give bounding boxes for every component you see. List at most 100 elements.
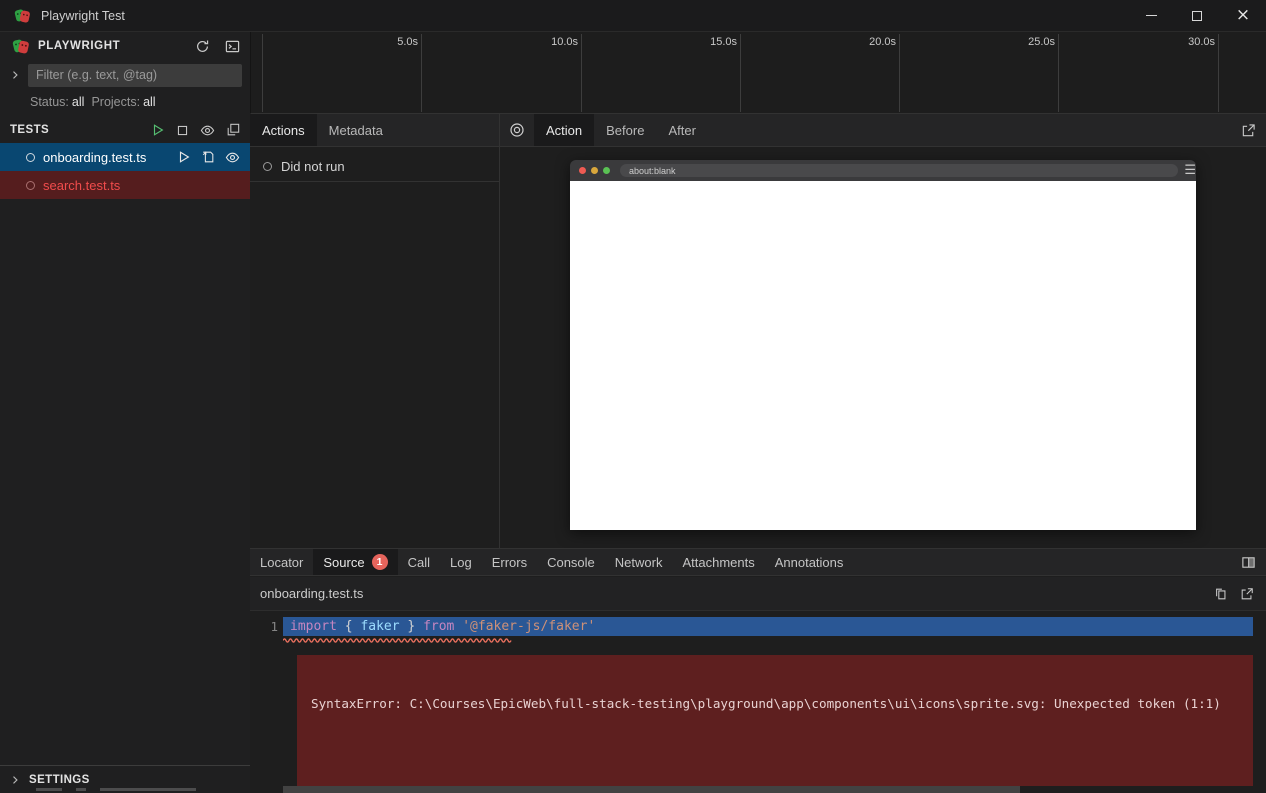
tab-label: Metadata (329, 123, 383, 138)
address-url: about:blank (629, 166, 676, 176)
window-controls: × (1128, 0, 1266, 32)
line-number: 1 (250, 619, 278, 634)
test-item-onboarding[interactable]: onboarding.test.ts (0, 143, 250, 171)
snapshot-browser: about:blank ☰ (570, 160, 1196, 530)
playwright-masks-icon (12, 37, 30, 55)
tab-label: Actions (262, 123, 305, 138)
tab-action[interactable]: Action (534, 114, 594, 146)
stop-button[interactable] (176, 124, 189, 137)
timeline-gridline (421, 34, 422, 112)
status-label: Status: (30, 95, 69, 109)
status-circle-icon (26, 181, 35, 190)
source-filename: onboarding.test.ts (260, 586, 363, 601)
sidebar-header: PLAYWRIGHT (0, 32, 250, 60)
traffic-light-yellow-icon (591, 167, 598, 174)
open-in-editor-button[interactable] (1240, 587, 1254, 601)
copy-icon (1214, 587, 1228, 601)
traffic-light-red-icon (579, 167, 586, 174)
test-item-search[interactable]: search.test.ts (0, 171, 250, 199)
tab-label: Before (606, 123, 644, 138)
tab-annotations[interactable]: Annotations (765, 549, 854, 575)
timeline-tick: 5.0s (358, 36, 418, 48)
tests-title: TESTS (10, 124, 49, 136)
source-error-badge: 1 (372, 554, 388, 570)
watch-all-button[interactable] (200, 123, 215, 138)
timeline-gridline (1218, 34, 1219, 112)
tab-console[interactable]: Console (537, 549, 605, 575)
actions-panel: Actions Metadata Did not run (250, 114, 500, 548)
refresh-icon (195, 39, 210, 54)
stop-icon (176, 124, 189, 137)
tab-log[interactable]: Log (440, 549, 482, 575)
timeline-tick: 10.0s (518, 36, 578, 48)
filter-status-line: Status: all Projects: all (0, 92, 250, 112)
run-all-button[interactable] (151, 123, 165, 137)
tab-label: Action (546, 123, 582, 138)
maximize-icon (1192, 11, 1202, 21)
open-snapshot-button[interactable] (1241, 123, 1256, 138)
tab-call[interactable]: Call (398, 549, 440, 575)
external-link-icon (1241, 123, 1256, 138)
sidebar-title: PLAYWRIGHT (38, 40, 120, 52)
split-view-button[interactable] (1241, 555, 1256, 570)
copy-path-button[interactable] (1214, 587, 1228, 601)
tab-metadata[interactable]: Metadata (317, 114, 395, 146)
projects-label: Projects: (91, 95, 140, 109)
did-not-run-row: Did not run (250, 152, 499, 182)
did-not-run-label: Did not run (281, 159, 345, 174)
maximize-button[interactable] (1174, 0, 1220, 32)
snapshot-page (570, 181, 1196, 530)
tab-locator[interactable]: Locator (250, 549, 313, 575)
close-button[interactable]: × (1220, 0, 1266, 32)
status-value: all (72, 95, 85, 109)
target-icon (509, 122, 525, 138)
horizontal-scrollbar[interactable] (250, 786, 1266, 793)
show-terminal-button[interactable] (222, 36, 242, 56)
tab-label: Locator (260, 555, 303, 570)
tab-label: After (668, 123, 695, 138)
playwright-logo-icon (14, 7, 31, 24)
window-title: Playwright Test (41, 9, 125, 23)
minimize-button[interactable] (1128, 0, 1174, 32)
status-circle-icon (26, 153, 35, 162)
filter-input[interactable] (28, 64, 242, 87)
tab-errors[interactable]: Errors (482, 549, 537, 575)
settings-title: SETTINGS (29, 774, 90, 786)
split-view-icon (1241, 555, 1256, 570)
tab-source[interactable]: Source 1 (313, 549, 397, 575)
timeline-gridline (740, 34, 741, 112)
run-test-button[interactable] (177, 150, 191, 165)
tab-network[interactable]: Network (605, 549, 673, 575)
chevron-right-icon[interactable] (9, 69, 21, 81)
filter-row (0, 62, 250, 88)
timeline-gridline (581, 34, 582, 112)
timeline-gridline (1058, 34, 1059, 112)
show-source-button[interactable] (201, 150, 215, 165)
minimize-icon (1146, 15, 1157, 16)
chevron-right-icon (9, 774, 21, 786)
address-bar: about:blank (620, 164, 1178, 177)
collapse-all-button[interactable] (226, 123, 240, 137)
timeline-gridline (262, 34, 263, 112)
code-line-1: 1 import { faker } from '@faker-js/faker… (250, 617, 1266, 636)
status-circle-icon (263, 162, 272, 171)
menu-icon: ☰ (1184, 164, 1196, 177)
watch-test-button[interactable] (225, 150, 240, 165)
tab-label: Network (615, 555, 663, 570)
tab-label: Call (408, 555, 430, 570)
tab-label: Annotations (775, 555, 844, 570)
external-link-icon (1240, 587, 1254, 601)
tab-after[interactable]: After (656, 114, 707, 146)
tab-before[interactable]: Before (594, 114, 656, 146)
browser-chrome-bar: about:blank ☰ (570, 160, 1196, 181)
timeline[interactable]: 5.0s 10.0s 15.0s 20.0s 25.0s 30.0s (250, 32, 1266, 114)
tab-actions[interactable]: Actions (250, 114, 317, 146)
sidebar: PLAYWRIGHT Status: (0, 32, 250, 793)
scrollbar-thumb[interactable] (283, 786, 1020, 793)
reload-tests-button[interactable] (192, 36, 212, 56)
test-name: search.test.ts (43, 178, 120, 193)
tab-attachments[interactable]: Attachments (672, 549, 764, 575)
syntax-error-box: SyntaxError: C:\Courses\EpicWeb\full-sta… (297, 655, 1253, 793)
play-icon (151, 123, 165, 137)
pick-locator-button[interactable] (500, 114, 534, 146)
